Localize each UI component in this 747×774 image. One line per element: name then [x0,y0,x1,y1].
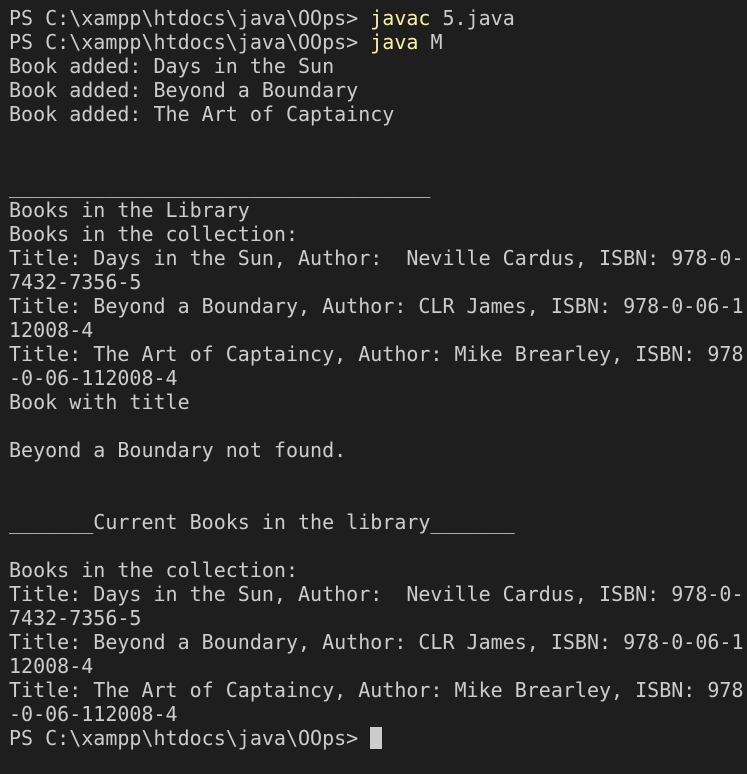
output-line: Title: Days in the Sun, Author: Neville … [9,582,744,606]
output-line: Title: Beyond a Boundary, Author: CLR Ja… [9,630,744,654]
prompt: PS C:\xampp\htdocs\java\OOps> [9,6,371,30]
output-line: Book added: Beyond a Boundary [9,78,359,102]
output-line: Title: Days in the Sun, Author: Neville … [9,246,744,270]
command-args: M [418,30,443,54]
command-args: 5.java [430,6,515,30]
output-line: Books in the Library [9,198,250,222]
output-line: Book with title [9,390,190,414]
output-line: Title: The Art of Captaincy, Author: Mik… [9,342,744,366]
input-line[interactable]: PS C:\xampp\htdocs\java\OOps> [9,726,747,750]
output-separator: ___________________________________ [9,174,431,198]
command-line: PS C:\xampp\htdocs\java\OOps> java M [9,30,747,54]
prompt: PS C:\xampp\htdocs\java\OOps> [9,726,371,750]
output-line: Book added: The Art of Captaincy [9,102,395,126]
output-line: Book added: Days in the Sun [9,54,335,78]
output-line: Books in the collection: [9,558,298,582]
cursor [370,727,383,749]
command-name: javac [370,6,431,30]
command-name: java [370,30,419,54]
output-line: 12008-4 [9,318,94,342]
output-line: 7432-7356-5 [9,270,142,294]
output-line: Books in the collection: [9,222,298,246]
command-line: PS C:\xampp\htdocs\java\OOps> javac 5.ja… [9,6,747,30]
output-line: Beyond a Boundary not found. [9,438,347,462]
terminal-window[interactable]: PS C:\xampp\htdocs\java\OOps> javac 5.ja… [0,0,747,774]
output-line: Title: The Art of Captaincy, Author: Mik… [9,678,744,702]
output-line: -0-06-112008-4 [9,702,178,726]
output-line: -0-06-112008-4 [9,366,178,390]
output-separator: _______Current Books in the library_____… [9,510,515,534]
output-line: 12008-4 [9,654,94,678]
prompt: PS C:\xampp\htdocs\java\OOps> [9,30,371,54]
output-line: 7432-7356-5 [9,606,142,630]
output-line: Title: Beyond a Boundary, Author: CLR Ja… [9,294,744,318]
